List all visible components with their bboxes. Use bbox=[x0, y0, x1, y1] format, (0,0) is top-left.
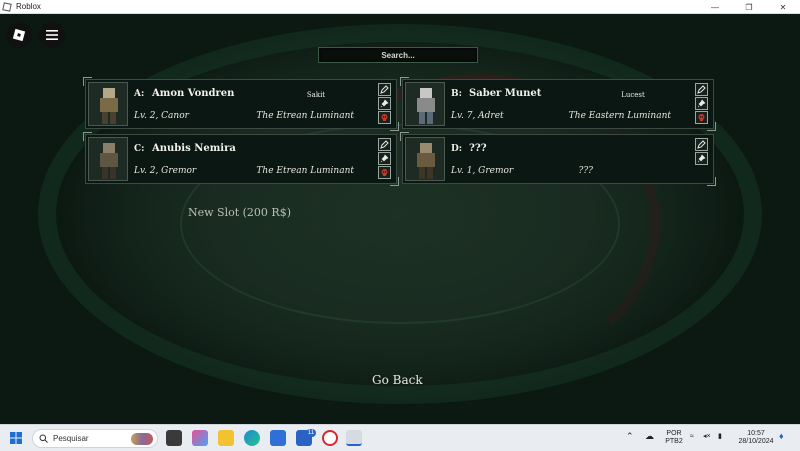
delete-skull-icon[interactable] bbox=[378, 166, 391, 179]
character-level: Lv. 2, Gremor bbox=[134, 166, 197, 176]
character-level: Lv. 7, Adret bbox=[451, 111, 504, 121]
search-highlight-icon bbox=[131, 433, 153, 445]
copilot-icon[interactable] bbox=[192, 430, 208, 446]
edge-browser-icon[interactable] bbox=[244, 430, 260, 446]
roblox-menu-button[interactable] bbox=[6, 22, 32, 48]
close-icon[interactable]: ✕ bbox=[766, 0, 800, 14]
character-name: Saber Munet bbox=[469, 88, 542, 99]
edit-icon[interactable] bbox=[695, 138, 708, 151]
character-name: Amon Vondren bbox=[152, 88, 235, 99]
input-language[interactable]: POR PTB2 bbox=[664, 430, 684, 446]
character-portrait bbox=[88, 137, 128, 181]
edit-icon[interactable] bbox=[695, 83, 708, 96]
slot-actions bbox=[378, 83, 392, 124]
go-back-button[interactable]: Go Back bbox=[372, 373, 423, 387]
microsoft-store-icon[interactable] bbox=[270, 430, 286, 446]
taskbar-search-placeholder: Pesquisar bbox=[53, 434, 89, 443]
edit-icon[interactable] bbox=[378, 83, 391, 96]
character-name: ??? bbox=[469, 143, 487, 154]
minimize-icon[interactable]: — bbox=[698, 0, 732, 14]
search-icon bbox=[39, 434, 48, 443]
edit-icon[interactable] bbox=[378, 138, 391, 151]
window-controls: — ❐ ✕ bbox=[698, 0, 800, 14]
character-portrait bbox=[405, 82, 445, 126]
start-button[interactable] bbox=[8, 430, 24, 446]
language-label: POR bbox=[666, 430, 682, 437]
character-slot-c[interactable]: C: Anubis Nemira Lv. 2, Gremor The Etrea… bbox=[83, 132, 399, 186]
clock-time: 10:57 bbox=[747, 430, 765, 437]
character-race: Lucest bbox=[621, 91, 645, 99]
hamburger-menu-button[interactable] bbox=[39, 22, 65, 48]
slot-actions bbox=[695, 83, 709, 124]
character-origin: The Etrean Luminant bbox=[256, 166, 354, 176]
character-origin: The Eastern Luminant bbox=[568, 111, 671, 121]
window-titlebar: Roblox — ❐ ✕ bbox=[0, 0, 800, 14]
opera-browser-icon[interactable] bbox=[322, 430, 338, 446]
taskbar-clock[interactable]: 10:57 28/10/2024 bbox=[736, 430, 776, 446]
pin-icon[interactable] bbox=[378, 97, 391, 110]
search-input[interactable] bbox=[318, 47, 478, 63]
slot-letter: B: bbox=[451, 89, 462, 99]
slot-letter: D: bbox=[451, 144, 463, 154]
taskbar: Pesquisar 11 ⌃ ☁ POR PTB2 ≈ ◂× ▮ 10:57 2… bbox=[0, 424, 800, 451]
delete-skull-icon[interactable] bbox=[378, 111, 391, 124]
notification-badge: 11 bbox=[306, 429, 316, 437]
wifi-icon[interactable]: ≈ bbox=[690, 433, 694, 441]
windows-logo-icon bbox=[10, 432, 22, 444]
character-portrait bbox=[88, 82, 128, 126]
slot-letter: C: bbox=[134, 144, 145, 154]
character-level: Lv. 2, Canor bbox=[134, 111, 189, 121]
character-portrait bbox=[405, 137, 445, 181]
game-viewport: A: Amon Vondren Sakit Lv. 2, Canor The E… bbox=[0, 14, 800, 424]
file-explorer-icon[interactable] bbox=[218, 430, 234, 446]
pin-icon[interactable] bbox=[378, 152, 391, 165]
character-slot-a[interactable]: A: Amon Vondren Sakit Lv. 2, Canor The E… bbox=[83, 77, 399, 131]
hamburger-icon bbox=[46, 30, 58, 40]
maximize-icon[interactable]: ❐ bbox=[732, 0, 766, 14]
clock-date: 28/10/2024 bbox=[738, 438, 774, 445]
new-slot-button[interactable]: New Slot (200 R$) bbox=[188, 206, 291, 219]
slot-actions bbox=[378, 138, 392, 179]
roblox-app-icon bbox=[2, 1, 12, 12]
character-origin: ??? bbox=[578, 166, 593, 176]
character-race: Sakit bbox=[306, 91, 326, 99]
pin-icon[interactable] bbox=[695, 152, 708, 165]
taskbar-search[interactable]: Pesquisar bbox=[32, 429, 158, 448]
chevron-up-icon[interactable]: ⌃ bbox=[626, 432, 634, 441]
battery-icon[interactable]: ▮ bbox=[718, 433, 722, 441]
character-name: Anubis Nemira bbox=[152, 143, 236, 154]
notification-bell-icon[interactable]: ♦ bbox=[779, 432, 784, 441]
character-slot-b[interactable]: B: Saber Munet Lucest Lv. 7, Adret The E… bbox=[400, 77, 716, 131]
character-slot-d[interactable]: D: ??? Lv. 1, Gremor ??? bbox=[400, 132, 716, 186]
delete-skull-icon[interactable] bbox=[695, 111, 708, 124]
slot-actions bbox=[695, 138, 709, 165]
roblox-taskbar-icon[interactable] bbox=[346, 430, 362, 446]
volume-icon[interactable]: ◂× bbox=[703, 433, 711, 441]
task-view-icon[interactable] bbox=[166, 430, 182, 446]
character-origin: The Etrean Luminant bbox=[256, 111, 354, 121]
cloud-icon[interactable]: ☁ bbox=[645, 432, 654, 441]
window-title: Roblox bbox=[16, 2, 41, 11]
keyboard-layout-label: PTB2 bbox=[665, 438, 683, 445]
roblox-logo-icon bbox=[12, 28, 26, 42]
slot-letter: A: bbox=[134, 89, 145, 99]
pin-icon[interactable] bbox=[695, 97, 708, 110]
